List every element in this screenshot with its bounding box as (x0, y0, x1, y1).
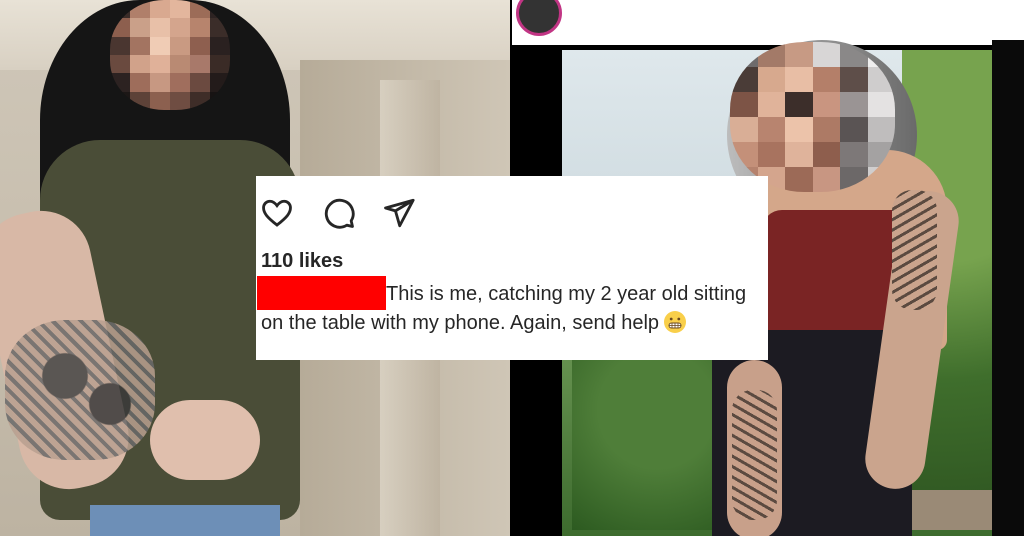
black-border (992, 40, 1024, 536)
grimacing-face-emoji (664, 311, 687, 333)
likes-count[interactable]: 110 likes (261, 250, 343, 273)
post-header-strip (512, 0, 1024, 45)
arm-tattoo (732, 390, 777, 520)
pixelated-face (110, 0, 230, 110)
post-caption: This is me, catching my 2 year old sitti… (257, 276, 761, 336)
comment-icon[interactable] (322, 196, 356, 230)
instagram-post-card: 110 likes This is me, catching my 2 year… (256, 176, 768, 360)
redacted-username (257, 276, 386, 310)
paper-plane-icon[interactable] (382, 196, 416, 230)
arm-tattoo (892, 190, 937, 310)
heart-icon[interactable] (260, 196, 294, 230)
hand-on-hip (150, 400, 260, 480)
pixelated-face (730, 42, 895, 192)
post-actions (256, 196, 456, 230)
jeans (90, 505, 280, 536)
arm-tattoo (5, 320, 155, 460)
